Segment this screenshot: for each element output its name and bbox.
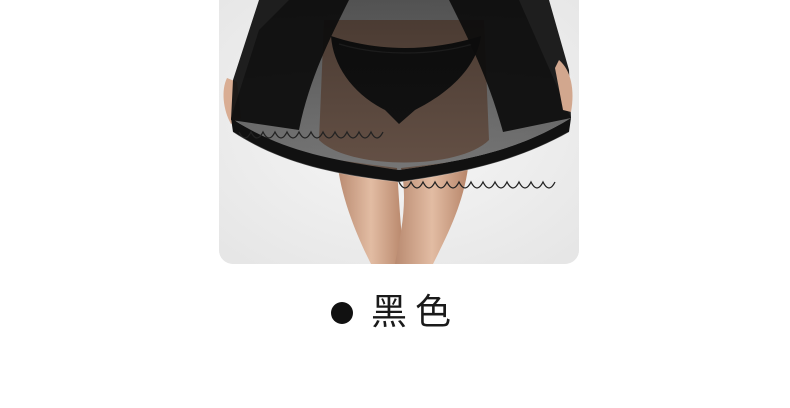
color-name-label: 黑色 [370, 292, 459, 333]
color-bullet-icon [330, 302, 353, 324]
product-photo [219, 0, 579, 264]
color-option: 黑色 [0, 287, 790, 339]
